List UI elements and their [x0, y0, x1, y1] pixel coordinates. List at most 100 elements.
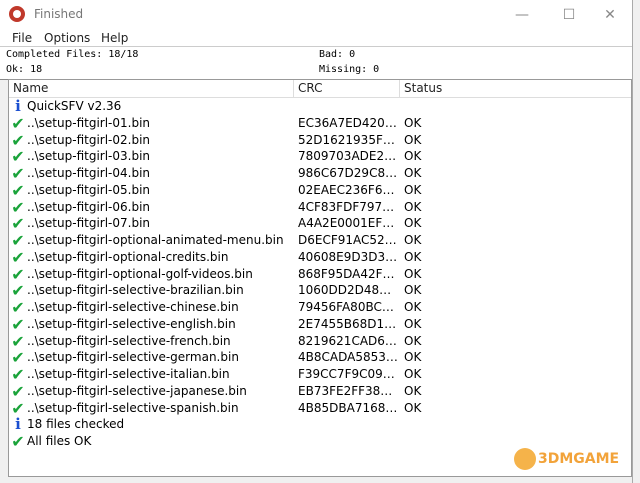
- row-name: ..\setup-fitgirl-optional-golf-videos.bi…: [27, 266, 253, 281]
- row-status: OK: [404, 216, 422, 231]
- menu-file[interactable]: File: [12, 30, 32, 46]
- row-status: OK: [404, 266, 422, 281]
- row-status: OK: [404, 199, 422, 214]
- row-status: OK: [404, 132, 422, 147]
- minimize-icon[interactable]: —: [510, 4, 534, 26]
- checkmark-icon: ✔: [11, 130, 25, 150]
- row-name: ..\setup-fitgirl-selective-italian.bin: [27, 367, 230, 381]
- list-row[interactable]: ✔ ..\setup-fitgirl-selective-english.bin 2…: [9, 316, 631, 333]
- list-rows: i QuickSFV v2.36 ✔ ..\setup-fitgirl-01.bin E…: [9, 98, 631, 451]
- list-row[interactable]: ✔ ..\setup-fitgirl-selective-brazilian.bi…: [9, 282, 631, 299]
- row-name: ..\setup-fitgirl-selective-chinese.bin: [27, 300, 239, 314]
- title-bar[interactable]: Finished — ☐ ✕: [0, 0, 632, 30]
- row-crc: F39CC7F9C09B8...: [298, 367, 398, 381]
- list-row[interactable]: ✔ ..\setup-fitgirl-04.bin 986C67D29C84... O…: [9, 165, 631, 182]
- row-status: OK: [404, 182, 422, 197]
- checkmark-icon: ✔: [11, 298, 25, 317]
- checkmark-icon: ✔: [11, 113, 25, 133]
- ok-stat: Ok: 18: [6, 64, 43, 75]
- row-name: ..\setup-fitgirl-07.bin: [27, 216, 151, 231]
- row-crc: 8219621CAD6D...: [298, 333, 398, 348]
- row-crc: 868F95DA42F4B...: [298, 266, 398, 281]
- checkmark-icon: ✔: [11, 197, 25, 217]
- row-name: ..\setup-fitgirl-selective-brazilian.bin: [27, 283, 244, 298]
- row-name: ..\setup-fitgirl-selective-spanish.bin: [27, 400, 239, 415]
- menu-help[interactable]: Help: [101, 30, 128, 46]
- column-header-crc[interactable]: CRC: [294, 80, 400, 97]
- window-title: Finished: [34, 7, 84, 21]
- list-row[interactable]: ✔ ..\setup-fitgirl-03.bin 7809703ADE29... O…: [9, 148, 631, 165]
- row-crc: 40608E9D3D3E...: [298, 249, 398, 264]
- row-status: OK: [404, 249, 422, 264]
- list-row[interactable]: ✔ ..\setup-fitgirl-01.bin EC36A7ED4203... O…: [9, 115, 631, 132]
- close-icon[interactable]: ✕: [598, 4, 622, 26]
- checkmark-icon: ✔: [11, 231, 25, 250]
- list-row[interactable]: ✔ ..\setup-fitgirl-selective-italian.bin F…: [9, 366, 631, 383]
- row-status: OK: [404, 350, 422, 365]
- column-header-name[interactable]: Name: [9, 80, 294, 97]
- list-row[interactable]: ✔ ..\setup-fitgirl-selective-german.bin 4B…: [9, 349, 631, 366]
- list-row[interactable]: ✔ ..\setup-fitgirl-optional-animated-menu…: [9, 232, 631, 249]
- row-status: OK: [404, 166, 422, 180]
- list-row[interactable]: ✔ ..\setup-fitgirl-selective-japanese.bin…: [9, 383, 631, 400]
- maximize-icon[interactable]: ☐: [557, 4, 581, 26]
- column-header-status[interactable]: Status: [400, 80, 631, 97]
- checkmark-icon: ✔: [11, 281, 25, 301]
- row-status: OK: [404, 383, 422, 398]
- bad-stat: Bad: 0: [319, 49, 356, 60]
- watermark-text: 3DMGAME: [538, 451, 620, 467]
- row-status: OK: [404, 333, 422, 348]
- checkmark-icon: ✔: [11, 264, 25, 284]
- list-row[interactable]: ✔..\setup-fitgirl-02.bin 52D1621935F2C...…: [9, 132, 631, 149]
- checkmark-icon: ✔: [11, 398, 25, 418]
- row-crc: D6ECF91AC52F...: [298, 233, 398, 247]
- list-row[interactable]: ✔..\setup-fitgirl-05.bin 02EAEC236F68E...…: [9, 182, 631, 199]
- info-icon: i: [15, 415, 21, 434]
- list-row[interactable]: ✔ ..\setup-fitgirl-selective-french.bin 82…: [9, 333, 631, 350]
- row-status: OK: [404, 115, 422, 130]
- row-crc: 52D1621935F2C...: [298, 132, 398, 147]
- row-name: ..\setup-fitgirl-selective-japanese.bin: [27, 383, 247, 398]
- row-crc: A4A2E0001EF76...: [298, 216, 398, 231]
- row-crc: 4B8CADA58536...: [298, 350, 398, 365]
- results-list[interactable]: Name CRC Status i QuickSFV v2.36 ✔ ..\setup…: [8, 79, 632, 477]
- row-name: QuickSFV v2.36: [27, 99, 122, 113]
- checkmark-icon: ✔: [11, 180, 25, 200]
- list-row[interactable]: i 18 files checked: [9, 416, 631, 433]
- list-row[interactable]: ✔ ..\setup-fitgirl-selective-spanish.bin 4…: [9, 400, 631, 417]
- watermark-logo-icon: [514, 448, 536, 470]
- list-row[interactable]: ✔..\setup-fitgirl-06.bin 4CF83FDF797A7...…: [9, 199, 631, 216]
- row-name: All files OK: [27, 434, 92, 448]
- list-row[interactable]: ✔ ..\setup-fitgirl-optional-credits.bin 40…: [9, 249, 631, 266]
- quicksfv-window: Finished — ☐ ✕ File Options Help Complet…: [0, 0, 633, 483]
- row-status: OK: [404, 400, 422, 415]
- row-status: OK: [404, 149, 422, 164]
- list-row[interactable]: i QuickSFV v2.36: [9, 98, 631, 115]
- list-row[interactable]: ✔ ..\setup-fitgirl-optional-golf-videos.b…: [9, 266, 631, 283]
- row-crc: 986C67D29C84...: [298, 166, 398, 180]
- row-name: ..\setup-fitgirl-02.bin: [27, 132, 151, 147]
- row-name: ..\setup-fitgirl-optional-animated-menu.…: [27, 233, 284, 247]
- row-name: ..\setup-fitgirl-01.bin: [27, 115, 151, 130]
- checkmark-icon: ✔: [11, 432, 25, 451]
- menu-bar: File Options Help: [0, 30, 632, 46]
- row-crc: 7809703ADE29...: [298, 149, 398, 164]
- checkmark-icon: ✔: [11, 164, 25, 183]
- list-row[interactable]: ✔ ..\setup-fitgirl-selective-chinese.bin 7…: [9, 299, 631, 316]
- row-status: OK: [404, 233, 422, 247]
- row-crc: 4CF83FDF797A7...: [298, 199, 398, 214]
- info-icon: i: [15, 97, 21, 115]
- row-status: OK: [404, 300, 422, 314]
- row-name: ..\setup-fitgirl-03.bin: [27, 149, 151, 164]
- checkmark-icon: ✔: [11, 247, 25, 267]
- checkmark-icon: ✔: [11, 348, 25, 368]
- app-icon: [9, 6, 25, 22]
- watermark: 3DMGAME: [514, 448, 619, 470]
- row-crc: EC36A7ED4203...: [298, 115, 398, 130]
- menu-options[interactable]: Options: [44, 30, 90, 46]
- checkmark-icon: ✔: [11, 381, 25, 401]
- checkmark-icon: ✔: [11, 314, 25, 334]
- missing-stat: Missing: 0: [319, 64, 380, 75]
- list-row[interactable]: ✔ ..\setup-fitgirl-07.bin A4A2E0001EF76...…: [9, 215, 631, 232]
- row-name: ..\setup-fitgirl-06.bin: [27, 199, 151, 214]
